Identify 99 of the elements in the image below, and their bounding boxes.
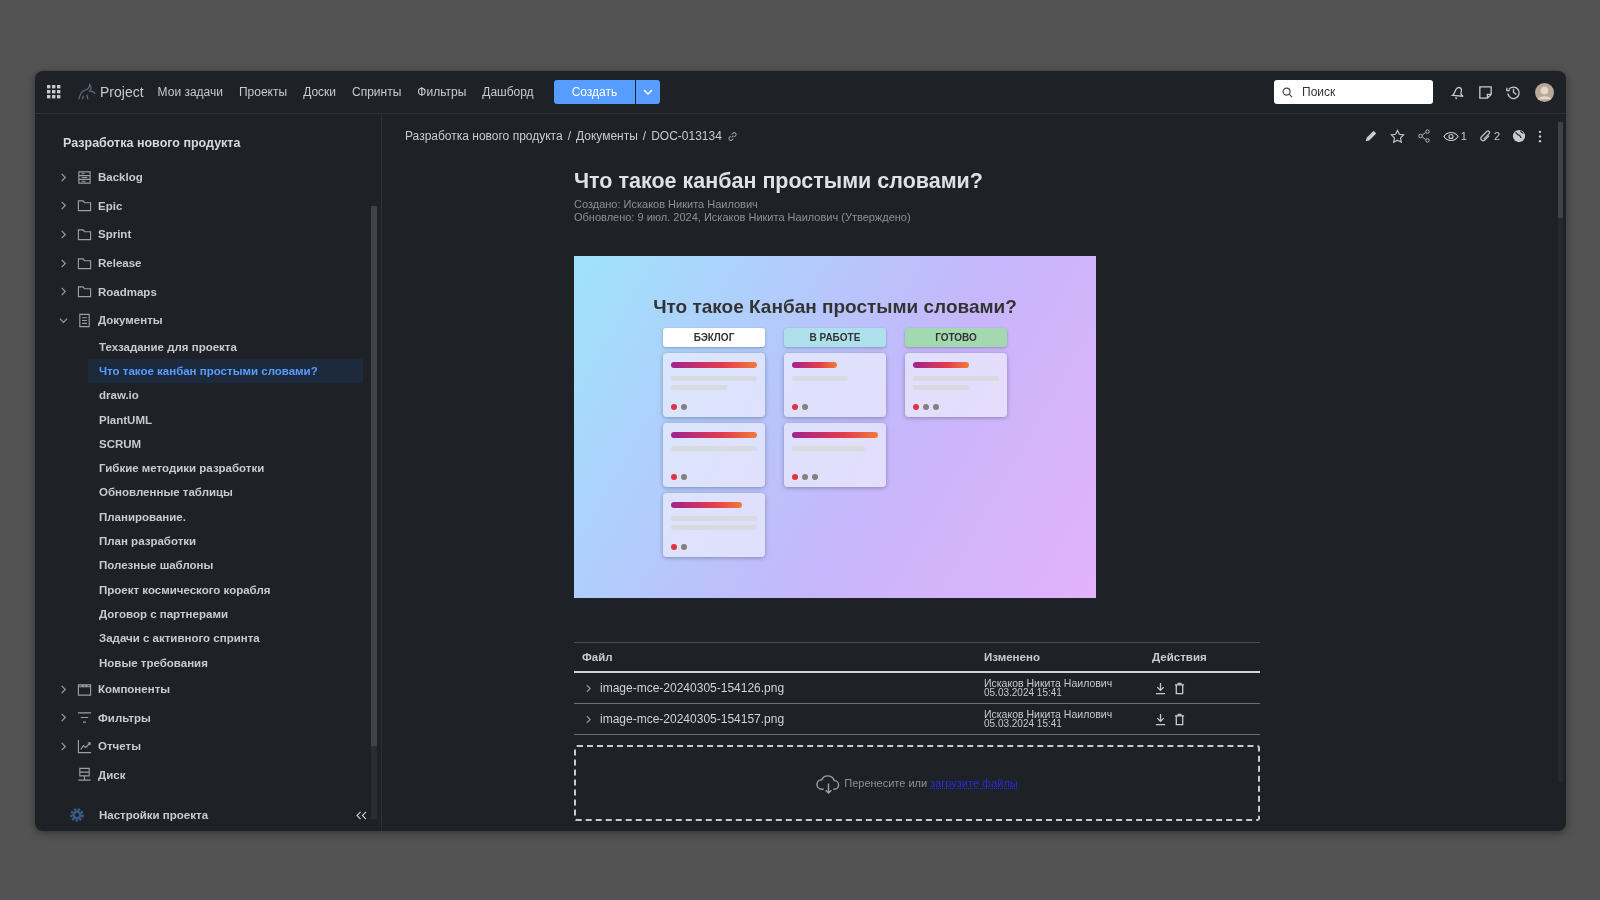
chart-icon	[77, 738, 92, 754]
document-item[interactable]: Техзадание для проекта	[88, 334, 363, 359]
sidebar-item[interactable]: Отчеты	[62, 731, 381, 761]
kanban-column-header: БЭКЛОГ	[663, 328, 765, 347]
document-item[interactable]: Новые требования	[88, 650, 363, 675]
scrollbar[interactable]	[371, 206, 377, 819]
link-icon[interactable]	[726, 130, 738, 142]
sidebar-item[interactable]: Документы	[62, 305, 381, 335]
chevron-icon[interactable]	[59, 258, 68, 268]
download-icon[interactable]	[1155, 681, 1166, 695]
create-dropdown-button[interactable]	[636, 80, 661, 104]
sidebar-item[interactable]: Диск	[62, 760, 381, 790]
sidebar-item[interactable]: Компоненты	[62, 674, 381, 704]
document-item[interactable]: draw.io	[88, 383, 363, 408]
illustration-title: Что такое Канбан простыми словами?	[652, 296, 1018, 318]
calendar-icon	[77, 681, 92, 697]
document-item[interactable]: Что такое канбан простыми словами?	[88, 358, 363, 384]
chevron-icon[interactable]	[59, 684, 68, 694]
search-icon	[1282, 86, 1293, 98]
column-header: Изменено	[984, 651, 1041, 663]
document-item[interactable]: PlantUML	[88, 407, 363, 432]
app-name[interactable]: Project	[100, 84, 144, 100]
column-header: Файл	[582, 651, 614, 663]
document-item[interactable]: План разработки	[88, 528, 363, 554]
project-title: Разработка нового продукта	[62, 135, 242, 152]
sidebar-item[interactable]: Sprint	[62, 220, 381, 249]
folder-icon	[77, 227, 92, 242]
chevron-icon[interactable]	[59, 201, 68, 211]
folder-icon	[77, 284, 92, 300]
file-dropzone[interactable]: Перенесите или загрузите файлы	[574, 745, 1260, 821]
note-icon[interactable]	[1477, 83, 1494, 101]
document-item[interactable]: Гибкие методики разработки	[88, 456, 363, 481]
breadcrumb-link[interactable]: Разработка нового продукта	[405, 129, 563, 143]
chevron-icon[interactable]	[586, 683, 591, 693]
nav-link[interactable]: Фильтры	[417, 85, 467, 99]
dropzone-text: Перенесите или	[844, 777, 928, 789]
filter-icon	[77, 710, 92, 726]
document-item[interactable]: Задачи с активного спринта	[88, 626, 363, 651]
updated-info: Обновлено: 9 июл. 2024, Искаков Никита Наилович (Утверждено)	[574, 211, 912, 223]
download-icon[interactable]	[1155, 712, 1166, 726]
globe-icon[interactable]	[1512, 129, 1526, 143]
kanban-column-header: В РАБОТЕ	[784, 328, 886, 347]
page-title: Что такое канбан простыми словами?	[574, 168, 984, 194]
file-name[interactable]: image-mce-20240305-154126.png	[600, 681, 785, 695]
avatar[interactable]	[1535, 82, 1554, 102]
folder-icon	[77, 255, 92, 271]
created-info: Создано: Искаков Никита Наилович	[574, 198, 759, 210]
more-icon[interactable]	[1538, 129, 1542, 143]
nav-link[interactable]: Дашборд	[482, 85, 534, 99]
file-name[interactable]: image-mce-20240305-154157.png	[600, 712, 785, 726]
chevron-icon[interactable]	[586, 714, 591, 724]
breadcrumb-link[interactable]: Документы	[576, 129, 638, 143]
breadcrumb-separator: /	[567, 129, 571, 143]
sidebar-item[interactable]: Roadmaps	[62, 277, 381, 306]
kanban-column-header: ГОТОВО	[905, 328, 1007, 347]
collapse-icon[interactable]	[356, 810, 367, 820]
document-item[interactable]: Проект космического корабля	[88, 577, 363, 602]
breadcrumb-link[interactable]: DOC-013134	[651, 129, 722, 143]
chevron-icon[interactable]	[59, 315, 68, 325]
author-name: Искаков Никита Наилович	[984, 709, 1114, 719]
sidebar-item[interactable]: Backlog	[62, 163, 381, 192]
project-settings-link[interactable]: Настройки проекта	[99, 809, 356, 821]
scrollbar[interactable]	[1558, 122, 1563, 782]
modified-date: 05.03.2024 15:41	[984, 719, 1063, 729]
document-item[interactable]: Договор с партнерами	[88, 601, 363, 627]
attachments-button[interactable]: 2	[1478, 129, 1500, 143]
document-item[interactable]: Планирование.	[88, 504, 363, 529]
document-icon	[77, 312, 92, 328]
nav-link[interactable]: Спринты	[352, 85, 402, 99]
app-grid-icon[interactable]	[47, 85, 61, 99]
network-drive-icon	[77, 767, 92, 783]
star-icon[interactable]	[1389, 128, 1405, 144]
sidebar-item[interactable]: Release	[62, 248, 381, 278]
chevron-icon[interactable]	[59, 230, 68, 239]
nav-link[interactable]: Доски	[303, 85, 336, 99]
document-item[interactable]: Полезные шаблоны	[88, 553, 363, 578]
breadcrumb-separator: /	[642, 129, 647, 143]
edit-icon[interactable]	[1363, 129, 1378, 143]
sidebar-item[interactable]: Epic	[62, 191, 381, 221]
chevron-icon[interactable]	[59, 741, 68, 751]
document-item[interactable]: SCRUM	[88, 431, 363, 457]
column-header: Действия	[1152, 651, 1208, 663]
trash-icon[interactable]	[1174, 681, 1185, 695]
nav-link[interactable]: Мои задачи	[157, 85, 223, 99]
author-name: Искаков Никита Наилович	[984, 678, 1114, 688]
folder-icon	[77, 198, 92, 214]
search-input[interactable]: Поиск	[1300, 84, 1424, 100]
modified-date: 05.03.2024 15:41	[984, 688, 1063, 698]
chevron-icon[interactable]	[59, 287, 68, 297]
backlog-icon	[77, 169, 92, 185]
trash-icon[interactable]	[1174, 712, 1185, 726]
document-item[interactable]: Обновленные таблицы	[88, 480, 363, 505]
sidebar-item[interactable]: Фильтры	[62, 703, 381, 732]
nav-link[interactable]: Проекты	[238, 85, 288, 99]
caret-icon	[643, 89, 654, 95]
chevron-icon[interactable]	[59, 172, 68, 182]
chevron-icon[interactable]	[59, 713, 68, 723]
search-field[interactable]: Поиск	[1274, 80, 1433, 104]
share-icon[interactable]	[1416, 129, 1431, 143]
